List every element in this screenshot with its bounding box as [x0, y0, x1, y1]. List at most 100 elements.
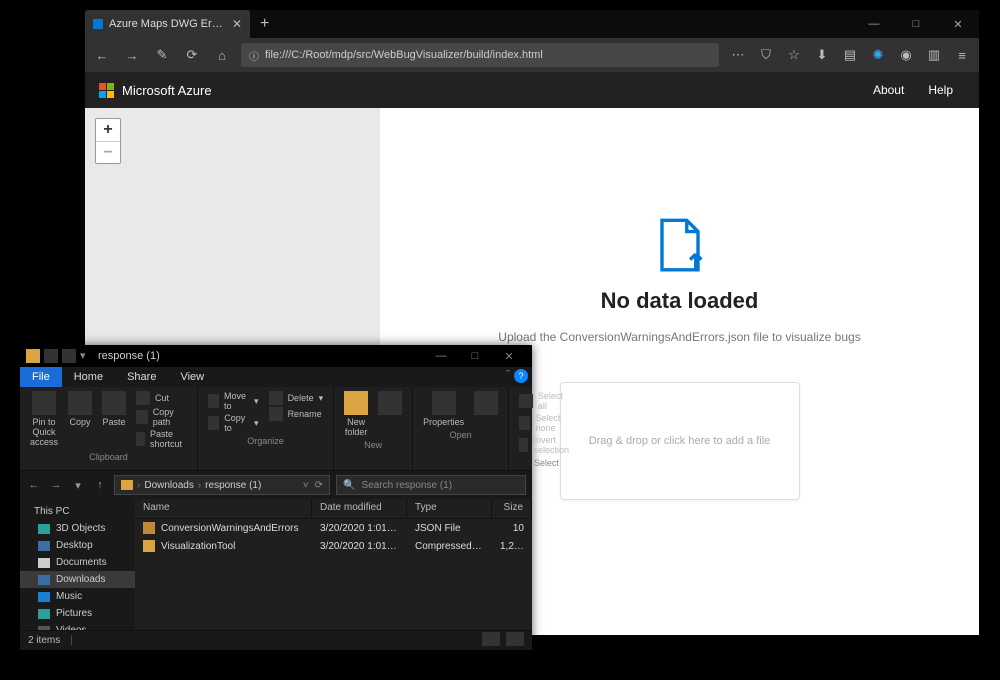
tab-home[interactable]: Home [62, 367, 115, 387]
help-icon[interactable]: ? [514, 369, 528, 383]
library-icon[interactable]: ⬇ [811, 44, 833, 66]
more-icon[interactable]: ⋯ [727, 44, 749, 66]
tab-file[interactable]: File [20, 367, 62, 387]
sidebar-item-documents[interactable]: Documents [20, 554, 135, 571]
column-header-size[interactable]: Size [492, 499, 532, 518]
nav-forward-button[interactable]: → [121, 44, 143, 66]
column-header-type[interactable]: Type [407, 499, 492, 518]
view-details-icon[interactable] [482, 632, 500, 646]
table-row[interactable]: ConversionWarningsAndErrors3/20/2020 1:0… [135, 519, 532, 537]
window-maximize-button[interactable]: □ [895, 10, 937, 38]
refresh-button[interactable]: ⟳ [315, 480, 323, 491]
sidebar-item-downloads[interactable]: Downloads [20, 571, 135, 588]
pin-quick-access-button[interactable]: Pin to Quick access [28, 391, 60, 447]
nav-recent-icon[interactable]: ▾ [70, 479, 86, 492]
column-header-name[interactable]: Name [135, 499, 312, 518]
breadcrumb[interactable]: › Downloads › response (1) ˅⟳ [114, 475, 330, 495]
window-maximize-button[interactable]: □ [458, 345, 492, 367]
close-tab-icon[interactable]: ✕ [232, 17, 242, 31]
wand-icon[interactable]: ✎ [151, 44, 173, 66]
copy-to-button[interactable]: Copy to▾ [206, 413, 261, 433]
window-minimize-button[interactable]: — [424, 345, 458, 367]
window-close-button[interactable]: ✕ [937, 10, 979, 38]
file-size: 10 [492, 523, 532, 534]
select-none-button[interactable]: Select none [517, 413, 576, 433]
azure-logo[interactable]: Microsoft Azure [99, 83, 212, 98]
window-minimize-button[interactable]: — [853, 10, 895, 38]
invert-selection-button[interactable]: Invert selection [517, 435, 576, 455]
ribbon-group-open: Properties Open [413, 387, 509, 470]
shield-icon[interactable]: ⛉ [755, 44, 777, 66]
shortcut-icon [136, 432, 145, 446]
sidebar-item-desktop[interactable]: Desktop [20, 537, 135, 554]
delete-button[interactable]: Delete▾ [267, 391, 326, 405]
new-folder-button[interactable]: New folder [342, 391, 370, 437]
select-all-button[interactable]: Select all [517, 391, 576, 411]
file-icon [143, 540, 155, 552]
breadcrumb-segment[interactable]: Downloads [144, 480, 193, 491]
tab-view[interactable]: View [168, 367, 216, 387]
move-to-button[interactable]: Move to▾ [206, 391, 261, 411]
azure-favicon-icon [93, 19, 103, 29]
sidebar-item-videos[interactable]: Videos [20, 622, 135, 630]
qat-dropdown-icon[interactable]: ▾ [80, 349, 88, 363]
window-close-button[interactable]: ✕ [492, 345, 526, 367]
nav-up-button[interactable]: ↑ [92, 479, 108, 491]
url-input[interactable]: ⓘ file:///C:/Root/mdp/src/WebBugVisualiz… [241, 43, 719, 67]
new-item-button[interactable] [376, 391, 404, 415]
paste-shortcut-button[interactable]: Paste shortcut [134, 429, 189, 449]
open-button[interactable] [472, 391, 500, 415]
browser-tab[interactable]: Azure Maps DWG Errors Visua… ✕ [85, 10, 250, 38]
qat-icon[interactable] [62, 349, 76, 363]
view-large-icon[interactable] [506, 632, 524, 646]
about-link[interactable]: About [861, 83, 916, 97]
copy-button[interactable]: Copy [66, 391, 94, 427]
search-input[interactable]: 🔍 Search response (1) [336, 475, 526, 495]
zoom-out-button[interactable]: − [96, 141, 120, 163]
sidebar-group-this-pc[interactable]: This PC [20, 503, 135, 520]
column-header-date[interactable]: Date modified [312, 499, 407, 518]
menu-icon[interactable]: ≡ [951, 44, 973, 66]
zoom-in-button[interactable]: + [96, 119, 120, 141]
breadcrumb-segment[interactable]: response (1) [205, 480, 261, 491]
explorer-titlebar[interactable]: ▾ response (1) — □ ✕ [20, 345, 532, 367]
drop-zone[interactable]: Drag & drop or click here to add a file [560, 382, 800, 500]
pin-icon [32, 391, 56, 415]
qat-icon[interactable] [44, 349, 58, 363]
paste-button[interactable]: Paste [100, 391, 128, 427]
rename-button[interactable]: Rename [267, 407, 326, 421]
home-button[interactable]: ⌂ [211, 44, 233, 66]
ribbon-group-label: New [364, 440, 382, 450]
tab-share[interactable]: Share [115, 367, 168, 387]
sidebar-icon[interactable]: ▤ [839, 44, 861, 66]
sidebar-item-3d-objects[interactable]: 3D Objects [20, 520, 135, 537]
sidebar-item-pictures[interactable]: Pictures [20, 605, 135, 622]
sidebar-item-label: Music [56, 591, 82, 602]
nav-forward-button[interactable]: → [48, 479, 64, 491]
search-icon: 🔍 [343, 480, 355, 491]
reload-button[interactable]: ⟳ [181, 44, 203, 66]
cut-button[interactable]: Cut [134, 391, 189, 405]
help-link[interactable]: Help [916, 83, 965, 97]
ext-icon[interactable]: ✺ [867, 44, 889, 66]
drop-zone-label: Drag & drop or click here to add a file [589, 435, 771, 447]
table-row[interactable]: VisualizationTool3/20/2020 1:01 PMCompre… [135, 537, 532, 555]
chevron-down-icon[interactable]: ˅ [303, 480, 309, 491]
account-icon[interactable]: ◉ [895, 44, 917, 66]
ribbon-group-new: New folder New [334, 387, 413, 470]
file-name: ConversionWarningsAndErrors [161, 523, 298, 534]
star-icon[interactable]: ☆ [783, 44, 805, 66]
ribbon-group-label: Clipboard [89, 452, 128, 462]
collapse-ribbon-icon[interactable]: ˆ [506, 369, 510, 383]
chevron-right-icon: › [198, 480, 201, 491]
file-list: Name Date modified Type Size ConversionW… [135, 499, 532, 630]
copy-path-button[interactable]: Copy path [134, 407, 189, 427]
status-text: 2 items [28, 635, 60, 646]
nav-back-button[interactable]: ← [26, 479, 42, 491]
sidebar-item-music[interactable]: Music [20, 588, 135, 605]
nav-back-button[interactable]: ← [91, 44, 113, 66]
properties-button[interactable]: Properties [421, 391, 466, 427]
ribbon-group-clipboard: Pin to Quick access Copy Paste Cut Copy … [20, 387, 198, 470]
overflow-icon[interactable]: ▥ [923, 44, 945, 66]
new-tab-button[interactable]: + [250, 15, 279, 33]
